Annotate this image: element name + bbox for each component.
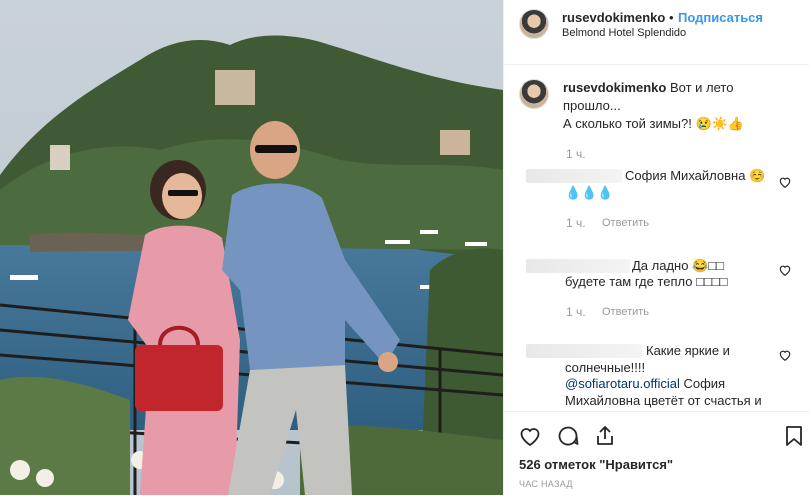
share-icon[interactable] <box>593 424 617 448</box>
reply-button[interactable]: Ответить <box>602 306 649 318</box>
post-sidebar: rusevdokimenko • Подписаться Belmond Hot… <box>503 0 809 495</box>
author-username[interactable]: rusevdokimenko <box>562 10 665 25</box>
separator-dot: • <box>669 10 674 25</box>
comment-text: София Михайловна ☺️ <box>625 168 766 183</box>
caption-line2: прошло... <box>563 98 621 113</box>
redacted-username <box>526 169 622 183</box>
follow-button[interactable]: Подписаться <box>678 10 763 25</box>
like-comment-icon[interactable] <box>778 348 792 362</box>
caption-time: 1 ч. <box>566 147 586 161</box>
heart-icon[interactable] <box>518 424 542 448</box>
comment-line3: @sofiarotaru.official София <box>565 375 725 393</box>
comment-time: 1 ч. <box>566 216 586 230</box>
reply-button[interactable]: Ответить <box>602 217 649 229</box>
comment-text-line2: будете там где тепло □□□□ <box>565 274 728 289</box>
post-actions: 526 отметок "Нравится" ЧАС НАЗАД <box>504 411 809 496</box>
caption-line1: Вот и лето <box>669 80 734 95</box>
comment-time: 1 ч. <box>566 305 586 319</box>
caption-avatar[interactable] <box>519 79 549 109</box>
caption-line3: А сколько той зимы?! 😢☀️👍 <box>563 116 745 131</box>
comment-text-line3: София <box>683 376 726 391</box>
comment-icon[interactable] <box>556 424 580 448</box>
author-avatar[interactable] <box>519 9 549 39</box>
caption-text: rusevdokimenko Вот и лето прошло... А ск… <box>563 79 773 133</box>
redacted-username <box>526 344 642 358</box>
mention-link[interactable]: @sofiarotaru.official <box>565 376 680 391</box>
like-comment-icon[interactable] <box>778 263 792 277</box>
likes-count[interactable]: 526 отметок "Нравится" <box>519 457 673 472</box>
comment-text-line4: Михайловна цветёт от счастья и <box>565 393 762 408</box>
comment-text-line2: 💧💧💧 <box>565 185 614 200</box>
location-link[interactable]: Belmond Hotel Splendido <box>562 27 686 39</box>
comments-list[interactable]: rusevdokimenko Вот и лето прошло... А ск… <box>504 65 809 410</box>
post-time: ЧАС НАЗАД <box>519 479 573 489</box>
photo-scene <box>0 0 503 495</box>
caption-username[interactable]: rusevdokimenko <box>563 80 666 95</box>
redacted-username <box>526 259 630 273</box>
post-photo[interactable] <box>0 0 503 495</box>
comment-text: Какие яркие и <box>646 343 730 358</box>
like-comment-icon[interactable] <box>778 175 792 189</box>
post-header: rusevdokimenko • Подписаться Belmond Hot… <box>504 0 809 65</box>
bookmark-icon[interactable] <box>782 424 806 448</box>
